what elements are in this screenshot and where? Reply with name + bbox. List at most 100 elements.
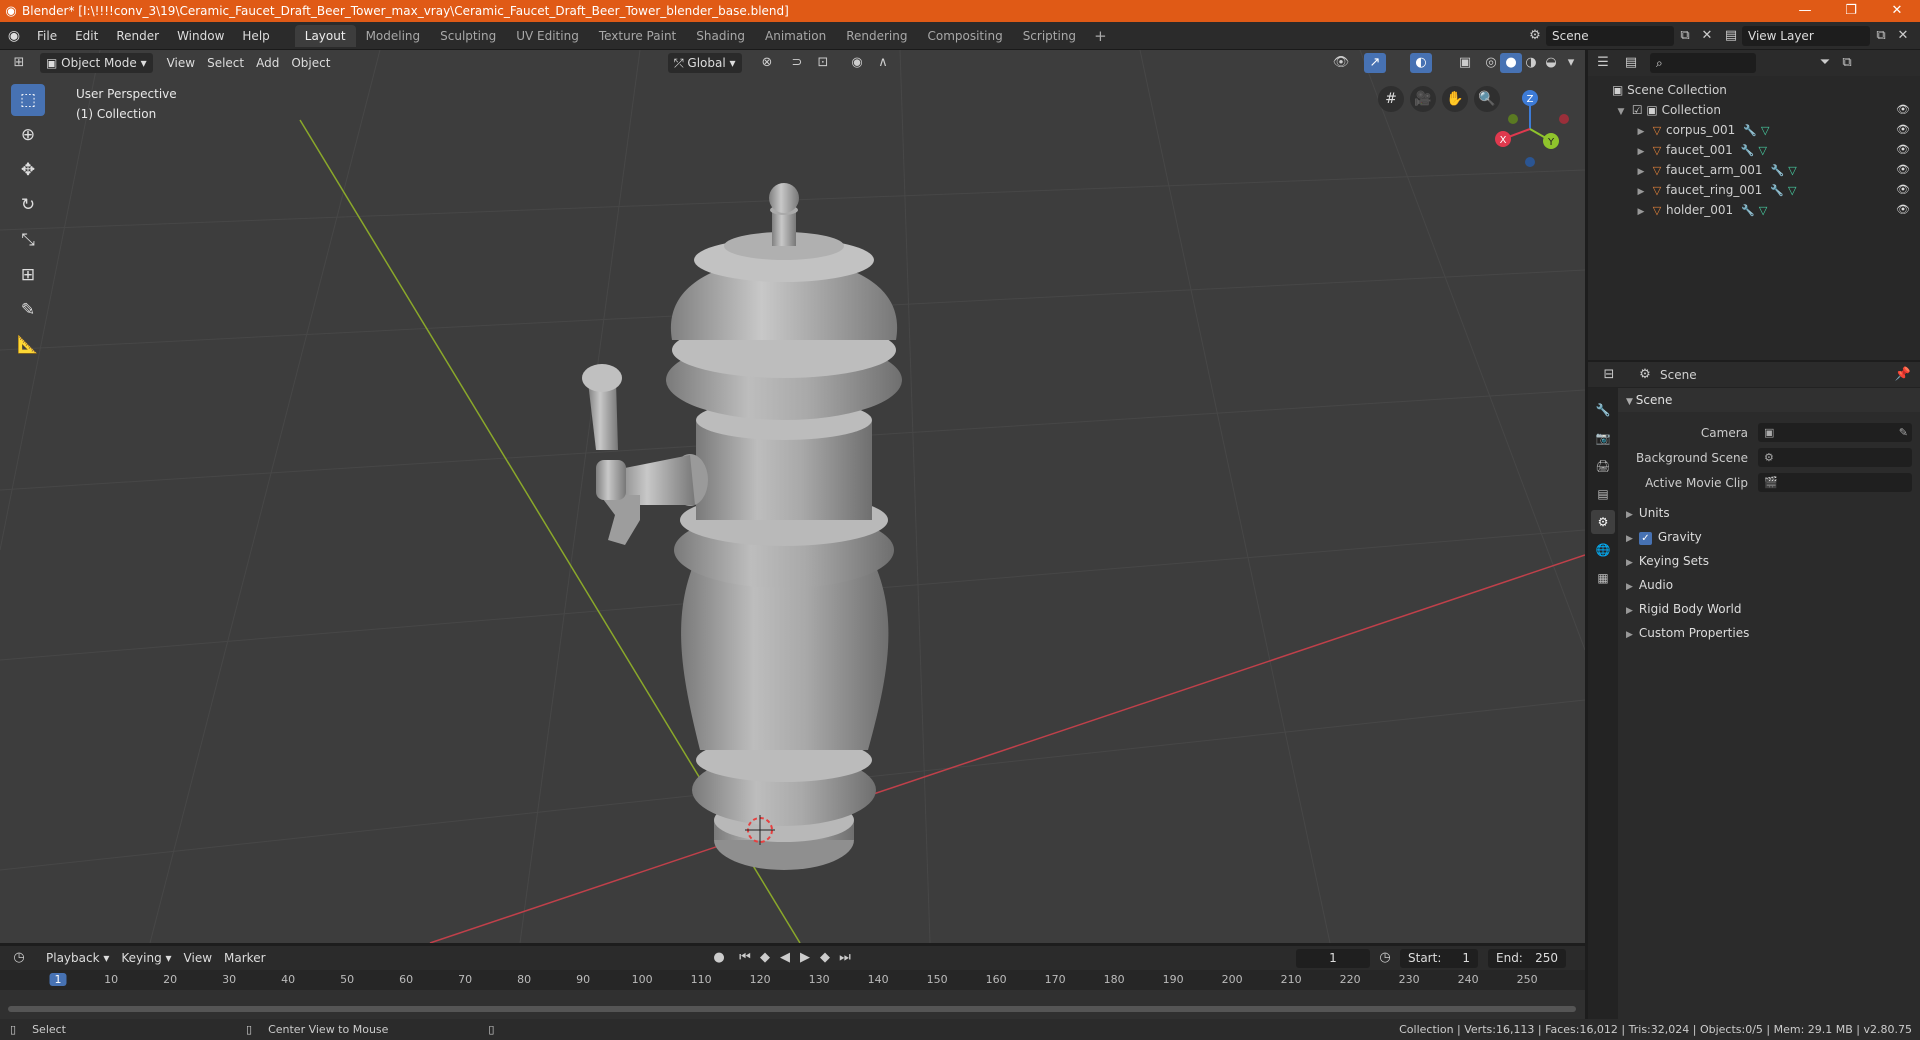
3d-viewport[interactable]: ⊞ ▣ Object Mode ▾ View Select Add Object…: [0, 50, 1585, 943]
current-frame-field[interactable]: 1: [1296, 948, 1370, 968]
xray-icon[interactable]: ▣: [1454, 53, 1476, 73]
modifier-icon[interactable]: 🔧: [1741, 144, 1755, 157]
modifier-icon[interactable]: 🔧: [1743, 124, 1757, 137]
mesh-data-icon[interactable]: ▽: [1788, 164, 1796, 177]
outliner-object-faucet[interactable]: ▶ ▽ faucet_001 🔧 ▽ 👁: [1588, 140, 1920, 160]
modifier-icon[interactable]: 🔧: [1741, 204, 1755, 217]
display-mode-icon[interactable]: ▤: [1620, 53, 1642, 73]
shading-options-icon[interactable]: ▾: [1560, 53, 1582, 73]
outliner-object-faucet-arm[interactable]: ▶ ▽ faucet_arm_001 🔧 ▽ 👁: [1588, 160, 1920, 180]
tab-texture-paint[interactable]: Texture Paint: [589, 25, 686, 47]
solid-shading-icon[interactable]: ●: [1500, 53, 1522, 73]
view-layer-tab-icon[interactable]: ▤: [1591, 482, 1615, 506]
snap-icon[interactable]: ⊃: [786, 53, 808, 73]
tab-sculpting[interactable]: Sculpting: [430, 25, 506, 47]
subpanel-custom-properties[interactable]: ▶ Custom Properties: [1618, 621, 1920, 645]
scene-tab-icon[interactable]: ⚙: [1591, 510, 1615, 534]
timeline-editor-icon[interactable]: ◷: [8, 948, 30, 968]
gizmo-neg-z[interactable]: [1525, 157, 1535, 167]
outliner-collection[interactable]: ▼ ☑ ▣ Collection 👁: [1588, 100, 1920, 120]
viewport-menu-object[interactable]: Object: [285, 53, 336, 73]
timeline-menu-keying[interactable]: Keying ▾: [115, 948, 177, 968]
play-icon[interactable]: ▶: [794, 948, 816, 968]
prev-keyframe-icon[interactable]: ◆: [754, 948, 776, 968]
play-reverse-icon[interactable]: ◀: [774, 948, 796, 968]
minimize-button[interactable]: —: [1782, 0, 1828, 22]
add-workspace-button[interactable]: +: [1086, 27, 1115, 45]
scene-field[interactable]: Scene: [1546, 26, 1674, 46]
eyedropper-icon[interactable]: ✎: [1899, 423, 1912, 442]
menu-window[interactable]: Window: [168, 22, 233, 50]
timeline-scrollbar[interactable]: [8, 1006, 1576, 1012]
new-collection-icon[interactable]: ⧉: [1836, 53, 1858, 73]
tab-shading[interactable]: Shading: [686, 25, 755, 47]
move-tool-icon[interactable]: ✥: [11, 154, 45, 186]
timeline-body[interactable]: [0, 990, 1585, 1019]
snap-target-icon[interactable]: ⊡: [812, 53, 834, 73]
viewport-menu-view[interactable]: View: [161, 53, 201, 73]
navigation-gizmo[interactable]: Z X Y: [1485, 84, 1575, 174]
outliner-search-input[interactable]: ⌕: [1650, 53, 1756, 73]
pivot-icon[interactable]: ⊗: [756, 53, 778, 73]
overlay-toggle-icon[interactable]: ◐: [1410, 53, 1432, 73]
modifier-icon[interactable]: 🔧: [1770, 184, 1784, 197]
view-layer-icon[interactable]: ▤: [1720, 26, 1742, 46]
eye-icon[interactable]: 👁: [1896, 140, 1910, 160]
next-keyframe-icon[interactable]: ◆: [814, 948, 836, 968]
timeline-menu-view[interactable]: View: [178, 948, 218, 968]
subpanel-audio[interactable]: ▶ Audio: [1618, 573, 1920, 597]
blender-menu-icon[interactable]: ◉: [0, 28, 28, 44]
mesh-data-icon[interactable]: ▽: [1788, 184, 1796, 197]
filter-icon[interactable]: ⏷: [1814, 53, 1836, 73]
texture-tab-icon[interactable]: ▦: [1591, 566, 1615, 590]
viewport-canvas[interactable]: [0, 50, 1585, 943]
eye-icon[interactable]: 👁: [1896, 180, 1910, 200]
wireframe-shading-icon[interactable]: ◎: [1480, 53, 1502, 73]
tab-layout[interactable]: Layout: [294, 24, 356, 47]
camera-view-icon[interactable]: 🎥: [1410, 86, 1436, 112]
menu-file[interactable]: File: [28, 22, 66, 50]
scene-icon[interactable]: ⚙: [1524, 26, 1546, 46]
eye-icon[interactable]: 👁: [1896, 160, 1910, 180]
pin-icon[interactable]: 📌: [1892, 365, 1914, 385]
viewport-menu-select[interactable]: Select: [201, 53, 250, 73]
new-view-layer-icon[interactable]: ⧉: [1870, 26, 1892, 46]
subpanel-rigid-body-world[interactable]: ▶ Rigid Body World: [1618, 597, 1920, 621]
expand-arrow-icon[interactable]: ▶: [1634, 122, 1648, 142]
proportional-edit-icon[interactable]: ◉: [846, 53, 868, 73]
beer-tower-model[interactable]: [582, 183, 902, 870]
menu-help[interactable]: Help: [233, 22, 278, 50]
modifier-icon[interactable]: 🔧: [1771, 164, 1785, 177]
subpanel-units[interactable]: ▶ Units: [1618, 501, 1920, 525]
cursor-tool-icon[interactable]: ⊕: [11, 119, 45, 151]
transform-orientation[interactable]: ⤱ Global ▾: [668, 53, 742, 73]
tab-rendering[interactable]: Rendering: [836, 25, 917, 47]
transform-tool-icon[interactable]: ⊞: [11, 259, 45, 291]
mode-selector[interactable]: ▣ Object Mode ▾: [40, 53, 153, 73]
material-shading-icon[interactable]: ◑: [1520, 53, 1542, 73]
outliner-object-corpus[interactable]: ▶ ▽ corpus_001 🔧 ▽ 👁: [1588, 120, 1920, 140]
jump-end-icon[interactable]: ⏭: [834, 948, 856, 968]
world-tab-icon[interactable]: 🌐: [1591, 538, 1615, 562]
toggle-ortho-icon[interactable]: #: [1378, 86, 1404, 112]
measure-tool-icon[interactable]: 📐: [11, 329, 45, 361]
collapse-arrow-icon[interactable]: ▼: [1614, 102, 1628, 122]
eye-icon[interactable]: 👁: [1896, 100, 1910, 120]
gizmo-neg-x[interactable]: [1559, 114, 1569, 124]
menu-render[interactable]: Render: [107, 22, 168, 50]
expand-arrow-icon[interactable]: ▶: [1634, 142, 1648, 162]
view-layer-field[interactable]: View Layer: [1742, 26, 1870, 46]
mesh-data-icon[interactable]: ▽: [1758, 144, 1766, 157]
gizmo-neg-y[interactable]: [1508, 114, 1518, 124]
outliner-scene-collection[interactable]: ▣ Scene Collection: [1588, 80, 1920, 100]
outliner-object-holder[interactable]: ▶ ▽ holder_001 🔧 ▽ 👁: [1588, 200, 1920, 220]
eye-icon[interactable]: 👁: [1896, 200, 1910, 220]
gravity-checkbox[interactable]: ✓: [1638, 532, 1652, 545]
tab-animation[interactable]: Animation: [755, 25, 836, 47]
frame-ruler[interactable]: 1 10 20 30 40 50 60 70 80 90 100 110 120 130 140 150 160…: [0, 970, 1585, 990]
current-frame-marker[interactable]: 1: [49, 973, 67, 986]
tool-tab-icon[interactable]: 🔧: [1591, 398, 1615, 422]
properties-editor-icon[interactable]: ⊟: [1598, 365, 1620, 385]
output-tab-icon[interactable]: 🖨: [1591, 454, 1615, 478]
viewport-menu-add[interactable]: Add: [250, 53, 285, 73]
